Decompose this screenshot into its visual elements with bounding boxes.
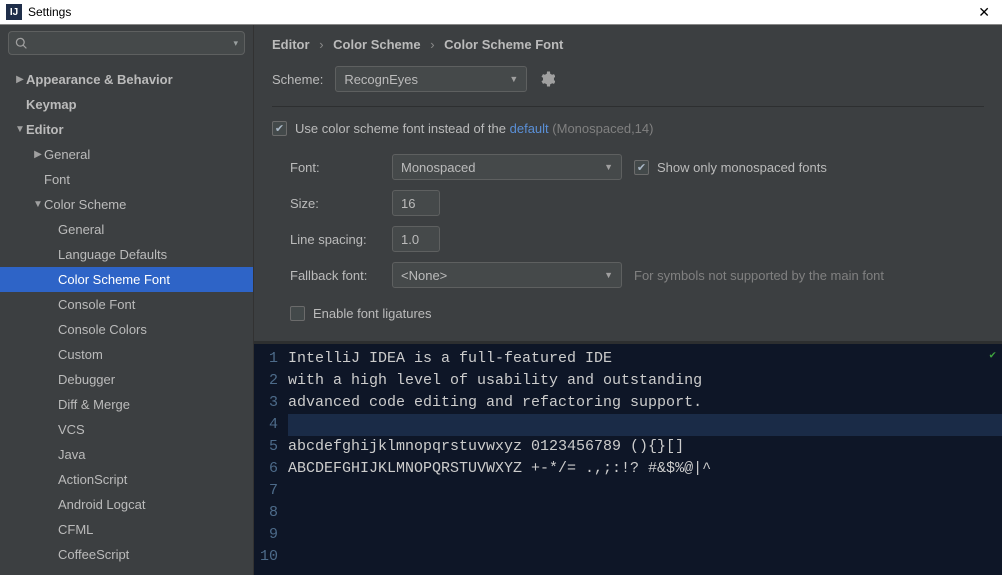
- breadcrumb: Editor › Color Scheme › Color Scheme Fon…: [254, 25, 1002, 60]
- font-select[interactable]: Monospaced ▼: [392, 154, 622, 180]
- tree-item-label: Appearance & Behavior: [26, 72, 173, 87]
- tree-expand-icon[interactable]: ▼: [32, 199, 44, 210]
- tree-item-label: Diff & Merge: [58, 397, 130, 412]
- tree-item-label: Color Scheme Font: [58, 272, 170, 287]
- size-input[interactable]: 16: [392, 190, 440, 216]
- tree-item-label: Editor: [26, 122, 64, 137]
- settings-content: Editor › Color Scheme › Color Scheme Fon…: [254, 25, 1002, 575]
- breadcrumb-editor[interactable]: Editor: [272, 37, 310, 52]
- tree-item-color-scheme[interactable]: ▼Color Scheme: [0, 192, 253, 217]
- use-scheme-font-label-prefix: Use color scheme font instead of the: [295, 121, 510, 136]
- title-bar: IJ Settings ✕: [0, 0, 1002, 25]
- tree-item-keymap[interactable]: Keymap: [0, 92, 253, 117]
- default-font-link[interactable]: default: [510, 121, 549, 136]
- inspection-mark-icon: ✔: [989, 348, 996, 362]
- tree-item-actionscript[interactable]: ActionScript: [0, 467, 253, 492]
- font-value: Monospaced: [401, 160, 475, 175]
- gear-icon: [539, 71, 555, 87]
- tree-item-custom[interactable]: Custom: [0, 342, 253, 367]
- tree-item-label: Java: [58, 447, 85, 462]
- tree-item-console-font[interactable]: Console Font: [0, 292, 253, 317]
- tree-item-language-defaults[interactable]: Language Defaults: [0, 242, 253, 267]
- fallback-font-value: <None>: [401, 268, 447, 283]
- scheme-label: Scheme:: [272, 72, 323, 87]
- tree-expand-icon[interactable]: ▼: [14, 124, 26, 135]
- window-title: Settings: [28, 5, 972, 19]
- tree-item-label: Font: [44, 172, 70, 187]
- tree-item-label: Language Defaults: [58, 247, 167, 262]
- tree-item-diff-merge[interactable]: Diff & Merge: [0, 392, 253, 417]
- search-icon: [15, 37, 28, 50]
- tree-item-android-logcat[interactable]: Android Logcat: [0, 492, 253, 517]
- scheme-value: RecognEyes: [344, 72, 418, 87]
- default-font-info: (Monospaced,14): [552, 121, 653, 136]
- fallback-font-select[interactable]: <None> ▼: [392, 262, 622, 288]
- tree-item-debugger[interactable]: Debugger: [0, 367, 253, 392]
- tree-item-label: VCS: [58, 422, 85, 437]
- tree-item-label: Color Scheme: [44, 197, 126, 212]
- tree-item-cfml[interactable]: CFML: [0, 517, 253, 542]
- chevron-down-icon: ▼: [604, 162, 613, 172]
- chevron-down-icon: ▼: [604, 270, 613, 280]
- tree-item-label: Debugger: [58, 372, 115, 387]
- tree-item-label: Console Colors: [58, 322, 147, 337]
- tree-item-java[interactable]: Java: [0, 442, 253, 467]
- line-spacing-input[interactable]: 1.0: [392, 226, 440, 252]
- tree-item-general[interactable]: General: [0, 217, 253, 242]
- breadcrumb-current: Color Scheme Font: [444, 37, 563, 52]
- tree-item-coffeescript[interactable]: CoffeeScript: [0, 542, 253, 567]
- font-label: Font:: [290, 160, 380, 175]
- mono-only-label: Show only monospaced fonts: [657, 160, 827, 175]
- tree-item-font[interactable]: Font: [0, 167, 253, 192]
- scheme-select[interactable]: RecognEyes ▼: [335, 66, 527, 92]
- size-label: Size:: [290, 196, 380, 211]
- preview-code: IntelliJ IDEA is a full-featured IDE wit…: [284, 344, 1002, 575]
- chevron-down-icon: ▼: [509, 74, 518, 84]
- fallback-hint: For symbols not supported by the main fo…: [634, 268, 884, 283]
- tree-item-console-colors[interactable]: Console Colors: [0, 317, 253, 342]
- tree-expand-icon[interactable]: ▶: [14, 74, 26, 85]
- tree-expand-icon[interactable]: ▶: [32, 149, 44, 160]
- font-preview: 12345678910 IntelliJ IDEA is a full-feat…: [254, 341, 1002, 575]
- settings-tree[interactable]: ▶Appearance & BehaviorKeymap▼Editor▶Gene…: [0, 63, 253, 575]
- search-input[interactable]: ▾: [8, 31, 245, 55]
- close-icon[interactable]: ✕: [972, 4, 996, 21]
- tree-item-label: General: [44, 147, 90, 162]
- fallback-font-label: Fallback font:: [290, 268, 380, 283]
- settings-sidebar: ▾ ▶Appearance & BehaviorKeymap▼Editor▶Ge…: [0, 25, 254, 575]
- tree-item-label: Android Logcat: [58, 497, 145, 512]
- tree-item-vcs[interactable]: VCS: [0, 417, 253, 442]
- tree-item-label: Console Font: [58, 297, 135, 312]
- scheme-gear-button[interactable]: [539, 71, 555, 87]
- tree-item-general[interactable]: ▶General: [0, 142, 253, 167]
- search-history-dropdown-icon[interactable]: ▾: [233, 38, 238, 49]
- tree-item-appearance-behavior[interactable]: ▶Appearance & Behavior: [0, 67, 253, 92]
- tree-item-label: General: [58, 222, 104, 237]
- tree-item-label: CFML: [58, 522, 93, 537]
- preview-gutter: 12345678910: [254, 344, 284, 575]
- use-scheme-font-checkbox[interactable]: [272, 121, 287, 136]
- breadcrumb-color-scheme[interactable]: Color Scheme: [333, 37, 420, 52]
- tree-item-color-scheme-font[interactable]: Color Scheme Font: [0, 267, 253, 292]
- tree-item-label: Custom: [58, 347, 103, 362]
- tree-item-label: Keymap: [26, 97, 77, 112]
- ligatures-label: Enable font ligatures: [313, 306, 432, 321]
- tree-item-label: ActionScript: [58, 472, 127, 487]
- tree-item-editor[interactable]: ▼Editor: [0, 117, 253, 142]
- line-spacing-label: Line spacing:: [290, 232, 380, 247]
- app-icon: IJ: [6, 4, 22, 20]
- ligatures-checkbox[interactable]: [290, 306, 305, 321]
- mono-only-checkbox[interactable]: [634, 160, 649, 175]
- tree-item-label: CoffeeScript: [58, 547, 129, 562]
